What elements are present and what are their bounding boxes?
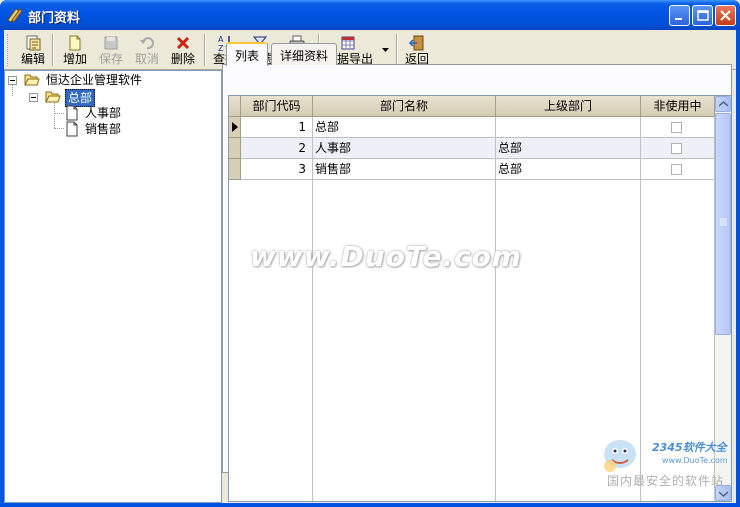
logo-slogan: 国内最安全的软件站 xyxy=(607,474,725,488)
cell-code[interactable]: 3 xyxy=(241,159,313,180)
collapse-icon[interactable] xyxy=(29,93,38,102)
inactive-checkbox[interactable] xyxy=(671,143,682,154)
toolbar-separator xyxy=(52,34,54,66)
close-button[interactable] xyxy=(715,5,736,26)
app-window: 部门资料 编辑 增加 保存 取消 删除 A Z 查找 数据导出 返回 恒达企业管… xyxy=(0,0,740,507)
edit-icon xyxy=(26,35,41,51)
tree-node-root[interactable]: 恒达企业管理软件 xyxy=(8,72,208,88)
column-header-name[interactable]: 部门名称 xyxy=(313,96,496,117)
toolbar-separator xyxy=(204,34,206,66)
folder-open-icon xyxy=(24,74,40,86)
cell-name[interactable]: 人事部 xyxy=(313,138,496,159)
logo-url: www.DuoTe.com xyxy=(662,456,728,465)
cell-name[interactable]: 销售部 xyxy=(313,159,496,180)
tree-node-headquarters[interactable]: 总部 xyxy=(29,89,209,107)
tree-line xyxy=(54,113,64,114)
delete-button[interactable]: 删除 xyxy=(168,32,198,68)
column-header-parent[interactable]: 上级部门 xyxy=(496,96,641,117)
document-icon xyxy=(66,105,78,121)
document-icon xyxy=(66,121,78,137)
tab-strip: 列表 详细资料 xyxy=(222,42,732,66)
cell-parent[interactable]: 总部 xyxy=(496,159,641,180)
cell-inactive[interactable] xyxy=(641,159,715,180)
delete-icon xyxy=(176,36,190,50)
column-header-code[interactable]: 部门代码 xyxy=(241,96,313,117)
row-indicator[interactable] xyxy=(229,138,241,159)
tab-list[interactable]: 列表 xyxy=(226,42,269,66)
inactive-checkbox[interactable] xyxy=(671,164,682,175)
logo-brand: 2345软件大全 xyxy=(652,441,727,454)
department-tree[interactable]: 恒达企业管理软件 总部 人事部 销售部 xyxy=(4,70,222,503)
undo-icon xyxy=(140,37,154,50)
toolbar-grip[interactable] xyxy=(7,34,10,66)
tree-node-hr[interactable]: 人事部 xyxy=(65,105,205,121)
grid-header: 部门代码 部门名称 上级部门 非使用中 xyxy=(229,96,715,117)
scroll-up-button[interactable] xyxy=(715,96,731,112)
window-title: 部门资料 xyxy=(28,11,81,26)
folder-open-icon xyxy=(45,91,61,103)
save-button[interactable]: 保存 xyxy=(96,32,126,68)
cell-code[interactable]: 2 xyxy=(241,138,313,159)
tree-line xyxy=(54,128,64,129)
minimize-button[interactable] xyxy=(669,5,690,26)
save-icon xyxy=(104,36,118,50)
add-icon xyxy=(69,35,81,51)
scroll-thumb[interactable] xyxy=(715,113,731,335)
row-indicator-header xyxy=(229,96,241,117)
column-header-inactive[interactable]: 非使用中 xyxy=(641,96,715,117)
tree-node-sales[interactable]: 销售部 xyxy=(65,121,205,137)
minimize-icon xyxy=(675,18,682,20)
close-icon xyxy=(720,10,731,21)
add-button[interactable]: 增加 xyxy=(60,32,90,68)
title-bar[interactable]: 部门资料 xyxy=(0,0,740,30)
tab-details[interactable]: 详细资料 xyxy=(271,43,338,65)
watermark-text: www.DuoTe.com xyxy=(250,240,522,273)
edit-button[interactable]: 编辑 xyxy=(18,32,48,68)
maximize-button[interactable] xyxy=(692,5,713,26)
maximize-icon xyxy=(697,10,709,21)
cell-name[interactable]: 总部 xyxy=(313,117,496,138)
row-indicator[interactable] xyxy=(229,159,241,180)
cell-inactive[interactable] xyxy=(641,117,715,138)
row-indicator[interactable] xyxy=(229,117,241,138)
inactive-checkbox[interactable] xyxy=(671,122,682,133)
cell-parent[interactable] xyxy=(496,117,641,138)
cell-inactive[interactable] xyxy=(641,138,715,159)
cancel-button[interactable]: 取消 xyxy=(132,32,162,68)
collapse-icon[interactable] xyxy=(8,76,17,85)
chevron-up-icon xyxy=(719,101,728,107)
grip-icon xyxy=(720,218,727,226)
app-icon xyxy=(7,8,23,23)
current-row-icon xyxy=(232,122,238,132)
cell-code[interactable]: 1 xyxy=(241,117,313,138)
cell-parent[interactable]: 总部 xyxy=(496,138,641,159)
